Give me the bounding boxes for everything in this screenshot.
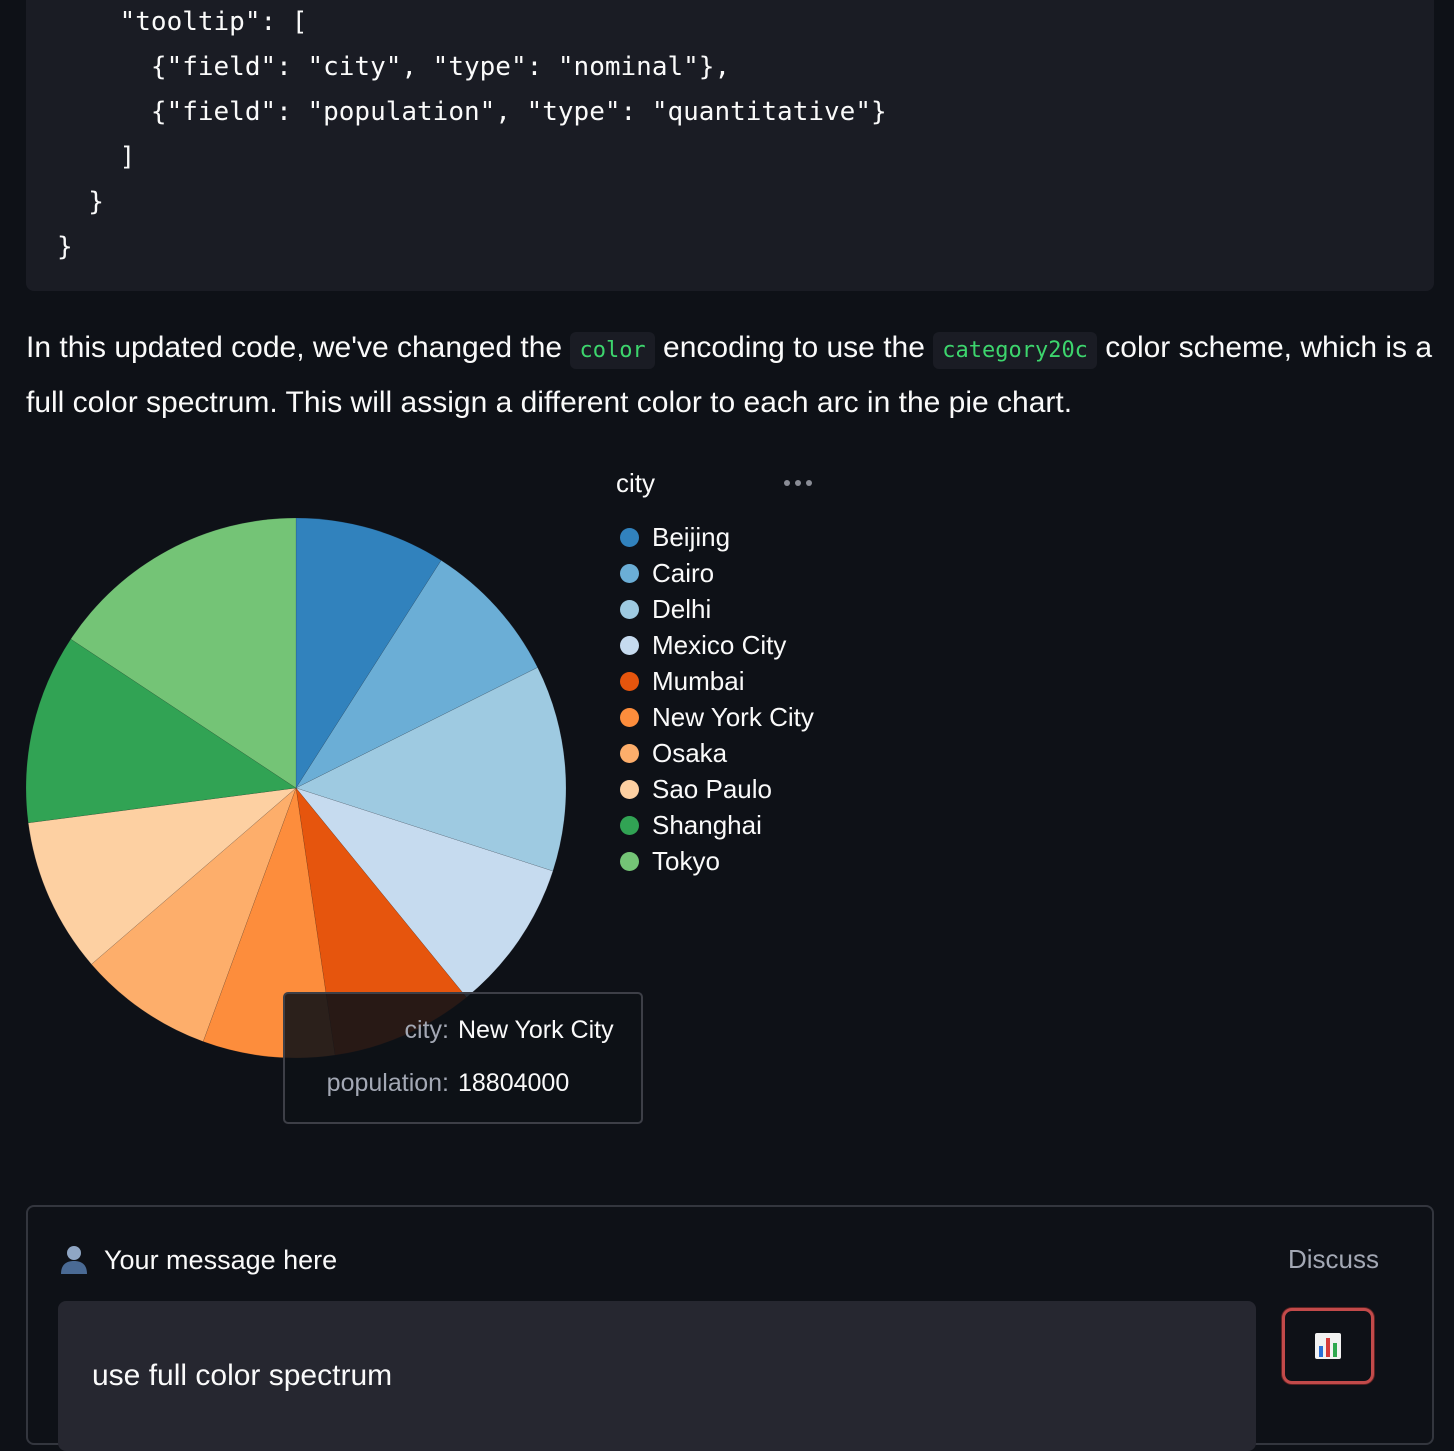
code-line: {"field": "city", "type": "nominal"}, bbox=[57, 52, 731, 82]
pie-chart-container: city Beijing Cairo Delhi Mexico City Mumbai N… bbox=[0, 440, 1454, 1160]
legend-swatch bbox=[620, 779, 639, 799]
code-line: } bbox=[57, 187, 104, 217]
more-options-icon[interactable] bbox=[784, 478, 816, 488]
message-input[interactable] bbox=[58, 1301, 1256, 1451]
legend-item[interactable]: Delhi bbox=[620, 591, 814, 627]
tooltip-value: 18804000 bbox=[458, 1069, 570, 1097]
legend-item[interactable]: Cairo bbox=[620, 555, 814, 591]
legend-label: Osaka bbox=[652, 737, 728, 768]
message-label: Your message here bbox=[104, 1245, 338, 1275]
bar-chart-icon bbox=[1315, 1333, 1341, 1359]
inline-code-category20c: category20c bbox=[933, 332, 1097, 369]
legend-item[interactable]: Tokyo bbox=[620, 843, 814, 879]
legend-item[interactable]: New York City bbox=[620, 699, 814, 735]
legend-label: Cairo bbox=[652, 557, 715, 588]
legend-title: city bbox=[616, 468, 655, 498]
chat-input-container: Your message here Discuss bbox=[26, 1205, 1434, 1451]
legend-item[interactable]: Mexico City bbox=[620, 627, 814, 663]
legend-swatch bbox=[620, 743, 639, 763]
chart-legend: Beijing Cairo Delhi Mexico City Mumbai New Yo… bbox=[620, 519, 814, 879]
legend-label: Mumbai bbox=[652, 665, 745, 696]
tooltip-row-city: city: New York City bbox=[285, 1016, 645, 1050]
legend-swatch bbox=[620, 527, 639, 547]
code-line: } bbox=[57, 232, 73, 262]
legend-label: Mexico City bbox=[652, 629, 787, 660]
legend-swatch bbox=[620, 563, 639, 583]
code-line: ] bbox=[57, 142, 136, 172]
legend-label: Delhi bbox=[652, 593, 712, 624]
code-line: {"field": "population", "type": "quantit… bbox=[57, 97, 887, 127]
tooltip-value: New York City bbox=[458, 1016, 614, 1044]
legend-label: Beijing bbox=[652, 521, 731, 552]
legend-swatch bbox=[620, 815, 639, 835]
code-block: "tooltip": [ {"field": "city", "type": "… bbox=[26, 0, 1434, 291]
code-line: "tooltip": [ bbox=[57, 7, 308, 37]
legend-swatch bbox=[620, 635, 639, 655]
legend-label: Shanghai bbox=[652, 809, 762, 840]
tooltip-key: city: bbox=[404, 1016, 449, 1044]
legend-swatch bbox=[620, 851, 639, 871]
chart-button[interactable] bbox=[1282, 1308, 1374, 1384]
chart-tooltip: city: New York City population: 18804000 bbox=[283, 992, 643, 1124]
paragraph-text: encoding to use the bbox=[654, 331, 934, 364]
legend-item[interactable]: Osaka bbox=[620, 735, 814, 771]
explanation-paragraph: In this updated code, we've changed the … bbox=[26, 322, 1436, 429]
legend-label: Tokyo bbox=[652, 845, 720, 876]
legend-label: New York City bbox=[652, 701, 814, 732]
legend-swatch bbox=[620, 707, 639, 727]
legend-swatch bbox=[620, 599, 639, 619]
code-content: "tooltip": [ {"field": "city", "type": "… bbox=[57, 0, 887, 270]
tooltip-row-population: population: 18804000 bbox=[285, 1069, 645, 1103]
legend-item[interactable]: Beijing bbox=[620, 519, 814, 555]
user-icon bbox=[61, 1246, 87, 1274]
inline-code-color: color bbox=[570, 332, 655, 369]
tooltip-key: population: bbox=[326, 1069, 449, 1097]
legend-item[interactable]: Sao Paulo bbox=[620, 771, 814, 807]
legend-item[interactable]: Mumbai bbox=[620, 663, 814, 699]
legend-item[interactable]: Shanghai bbox=[620, 807, 814, 843]
pie-chart[interactable] bbox=[0, 440, 600, 1080]
legend-label: Sao Paulo bbox=[652, 773, 772, 804]
legend-swatch bbox=[620, 671, 639, 691]
discuss-label: Discuss bbox=[1288, 1244, 1380, 1274]
paragraph-text: In this updated code, we've changed the bbox=[26, 331, 571, 364]
